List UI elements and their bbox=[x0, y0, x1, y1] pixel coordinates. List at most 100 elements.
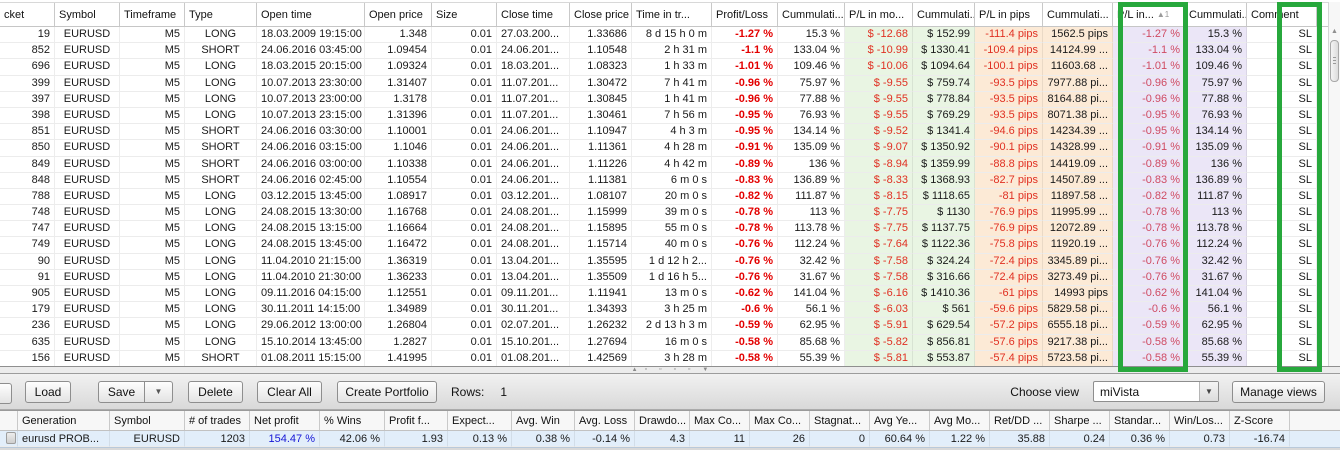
column-header-symbol[interactable]: Symbol bbox=[55, 3, 120, 26]
column-header-avg-win[interactable]: Avg. Win bbox=[512, 411, 575, 430]
manage-views-button[interactable]: Manage views bbox=[1232, 380, 1325, 403]
column-header-generation[interactable]: Generation bbox=[18, 411, 110, 430]
column-header-close-price[interactable]: Close price bbox=[570, 3, 632, 26]
cell-pl-pips: -93.5 pips bbox=[975, 107, 1043, 125]
cell-close-time: 24.08.201... bbox=[497, 237, 570, 254]
cell-timeframe: M5 bbox=[120, 75, 185, 92]
table-row[interactable]: 851 EURUSD M5 SHORT 24.06.2016 03:30:00 1.100… bbox=[0, 124, 1328, 141]
vertical-scrollbar[interactable]: ▲ bbox=[1328, 2, 1340, 366]
table-row[interactable]: 749 EURUSD M5 LONG 24.08.2015 13:45:00 1.1647… bbox=[0, 237, 1328, 254]
cell-time-in-trade: 2 h 31 m bbox=[632, 43, 712, 60]
column-header-cumm-pl[interactable]: Cummulati... bbox=[778, 3, 845, 26]
table-row[interactable]: 397 EURUSD M5 LONG 10.07.2013 23:00:00 1.3178… bbox=[0, 91, 1328, 108]
column-header-sharpe[interactable]: Sharpe ... bbox=[1050, 411, 1110, 430]
save-dropdown-arrow-icon[interactable]: ▼ bbox=[145, 380, 173, 403]
table-row[interactable]: 905 EURUSD M5 LONG 09.11.2016 04:15:00 1.1255… bbox=[0, 286, 1328, 303]
cell-profit-loss: -0.96 % bbox=[712, 91, 778, 108]
save-button[interactable]: Save bbox=[98, 380, 145, 403]
column-header-expectancy[interactable]: Expect... bbox=[448, 411, 512, 430]
cell-open-time: 24.08.2015 13:15:00 bbox=[257, 221, 365, 238]
cell-open-price: 1.36233 bbox=[365, 269, 432, 286]
column-header-max-con-2[interactable]: Max Co... bbox=[750, 411, 810, 430]
column-header-timeframe[interactable]: Timeframe bbox=[120, 3, 185, 26]
column-header-profit-loss[interactable]: Profit/Loss bbox=[712, 3, 778, 26]
table-row[interactable]: 635 EURUSD M5 LONG 15.10.2014 13:45:00 1.2827… bbox=[0, 334, 1328, 351]
cell-close-price: 1.42569 bbox=[570, 350, 632, 366]
trades-table-header: cket Symbol Timeframe Type Open time Open pri… bbox=[0, 2, 1328, 27]
view-select[interactable]: miVista ▼ bbox=[1093, 381, 1219, 402]
clear-all-button[interactable]: Clear All bbox=[257, 380, 322, 403]
table-row[interactable]: 696 EURUSD M5 LONG 18.03.2015 20:15:00 1.0932… bbox=[0, 59, 1328, 76]
column-header-net-profit[interactable]: Net profit bbox=[250, 411, 320, 430]
column-header-cumm-pct[interactable]: Cummulati... bbox=[1185, 3, 1247, 26]
table-row[interactable]: 90 EURUSD M5 LONG 11.04.2010 21:15:00 1.36319… bbox=[0, 253, 1328, 270]
cell-ticket: 397 bbox=[0, 91, 55, 108]
table-row[interactable]: 179 EURUSD M5 LONG 30.11.2011 14:15:00 1.3498… bbox=[0, 302, 1328, 319]
delete-button[interactable]: Delete bbox=[188, 380, 243, 403]
column-header-z-score[interactable]: Z-Score bbox=[1230, 411, 1290, 430]
column-header-comment[interactable]: Comment bbox=[1247, 3, 1317, 26]
scroll-up-icon[interactable]: ▲ bbox=[1329, 28, 1340, 35]
column-header-standard[interactable]: Standar... bbox=[1110, 411, 1170, 430]
column-header-ret-dd[interactable]: Ret/DD ... bbox=[990, 411, 1050, 430]
cell-close-time: 02.07.201... bbox=[497, 318, 570, 335]
table-row[interactable]: 852 EURUSD M5 SHORT 24.06.2016 03:45:00 1.094… bbox=[0, 43, 1328, 60]
column-header-handle[interactable] bbox=[0, 411, 18, 430]
cell-pl-money: $ -10.06 bbox=[845, 59, 913, 76]
cell-cumm-pl: 31.67 % bbox=[778, 269, 845, 286]
cell-timeframe: M5 bbox=[120, 27, 185, 44]
table-row[interactable]: 19 EURUSD M5 LONG 18.03.2009 19:15:00 1.348 0.… bbox=[0, 27, 1328, 44]
pane-splitter[interactable]: ▲ ▫ ▫ ▫ ▫ ▼ bbox=[0, 366, 1340, 373]
scrollbar-thumb[interactable] bbox=[1330, 40, 1339, 82]
table-row[interactable]: 236 EURUSD M5 LONG 29.06.2012 13:00:00 1.2680… bbox=[0, 318, 1328, 335]
table-row[interactable]: eurusd PROB... EURUSD 1203 154.47 % 42.06 % 1… bbox=[0, 431, 1340, 448]
column-header-drawdown[interactable]: Drawdo... bbox=[635, 411, 690, 430]
cell-open-price: 1.2827 bbox=[365, 334, 432, 351]
load-button[interactable]: Load bbox=[25, 380, 71, 403]
column-header-avg-month[interactable]: Avg Mo... bbox=[930, 411, 990, 430]
table-row[interactable]: 848 EURUSD M5 SHORT 24.06.2016 02:45:00 1.105… bbox=[0, 172, 1328, 189]
cell-symbol: EURUSD bbox=[55, 172, 120, 189]
column-header-avg-year[interactable]: Avg Ye... bbox=[870, 411, 930, 430]
chevron-down-icon[interactable]: ▼ bbox=[1199, 382, 1218, 401]
column-header-close-time[interactable]: Close time bbox=[497, 3, 570, 26]
cell-net-profit: 154.47 % bbox=[250, 431, 320, 447]
cell-size: 0.01 bbox=[432, 188, 497, 206]
table-row[interactable]: 748 EURUSD M5 LONG 24.08.2015 13:30:00 1.1676… bbox=[0, 205, 1328, 222]
cell-cumm-pct: 111.87 % bbox=[1185, 188, 1247, 206]
table-row[interactable]: 747 EURUSD M5 LONG 24.08.2015 13:15:00 1.1666… bbox=[0, 221, 1328, 238]
table-row[interactable]: 398 EURUSD M5 LONG 10.07.2013 23:15:00 1.3139… bbox=[0, 107, 1328, 125]
column-header-pl-money[interactable]: P/L in mo... bbox=[845, 3, 913, 26]
table-row[interactable]: 850 EURUSD M5 SHORT 24.06.2016 03:15:00 1.104… bbox=[0, 140, 1328, 157]
column-header-pct-wins[interactable]: % Wins bbox=[320, 411, 385, 430]
cell-max-con-2: 26 bbox=[750, 431, 810, 447]
column-header-size[interactable]: Size bbox=[432, 3, 497, 26]
column-header-time-in-trade[interactable]: Time in tr... bbox=[632, 3, 712, 26]
create-portfolio-button[interactable]: Create Portfolio bbox=[337, 380, 437, 403]
column-header-pl-pct[interactable]: P/L in... ▲1 bbox=[1113, 3, 1185, 26]
column-header-num-trades[interactable]: # of trades bbox=[185, 411, 250, 430]
column-header-cumm-pips[interactable]: Cummulati... bbox=[1043, 3, 1113, 26]
table-row[interactable]: 399 EURUSD M5 LONG 10.07.2013 23:30:00 1.3140… bbox=[0, 75, 1328, 92]
table-row[interactable]: 156 EURUSD M5 SHORT 01.08.2011 15:15:00 1.419… bbox=[0, 350, 1328, 366]
table-row[interactable]: 91 EURUSD M5 LONG 11.04.2010 21:30:00 1.36233… bbox=[0, 269, 1328, 286]
column-header-cumm-money[interactable]: Cummulati... bbox=[913, 3, 975, 26]
column-header-ticket[interactable]: cket bbox=[0, 3, 55, 26]
column-header-open-time[interactable]: Open time bbox=[257, 3, 365, 26]
table-row[interactable]: 849 EURUSD M5 SHORT 24.06.2016 03:00:00 1.103… bbox=[0, 156, 1328, 173]
cell-symbol: EURUSD bbox=[55, 221, 120, 238]
cell-size: 0.01 bbox=[432, 43, 497, 60]
table-row[interactable]: 788 EURUSD M5 LONG 03.12.2015 13:45:00 1.0891… bbox=[0, 188, 1328, 206]
column-header-stagnation[interactable]: Stagnat... bbox=[810, 411, 870, 430]
cell-open-time: 24.06.2016 02:45:00 bbox=[257, 172, 365, 189]
column-header-pl-pips[interactable]: P/L in pips bbox=[975, 3, 1043, 26]
column-header-open-price[interactable]: Open price bbox=[365, 3, 432, 26]
cell-cumm-money: $ 553.87 bbox=[913, 350, 975, 366]
column-header-max-con-1[interactable]: Max Co... bbox=[690, 411, 750, 430]
clipped-edge-button[interactable] bbox=[0, 383, 12, 404]
column-header-profit-factor[interactable]: Profit f... bbox=[385, 411, 448, 430]
column-header-win-loss[interactable]: Win/Los... bbox=[1170, 411, 1230, 430]
column-header-type[interactable]: Type bbox=[185, 3, 257, 26]
column-header-avg-loss[interactable]: Avg. Loss bbox=[575, 411, 635, 430]
column-header-symbol[interactable]: Symbol bbox=[110, 411, 185, 430]
